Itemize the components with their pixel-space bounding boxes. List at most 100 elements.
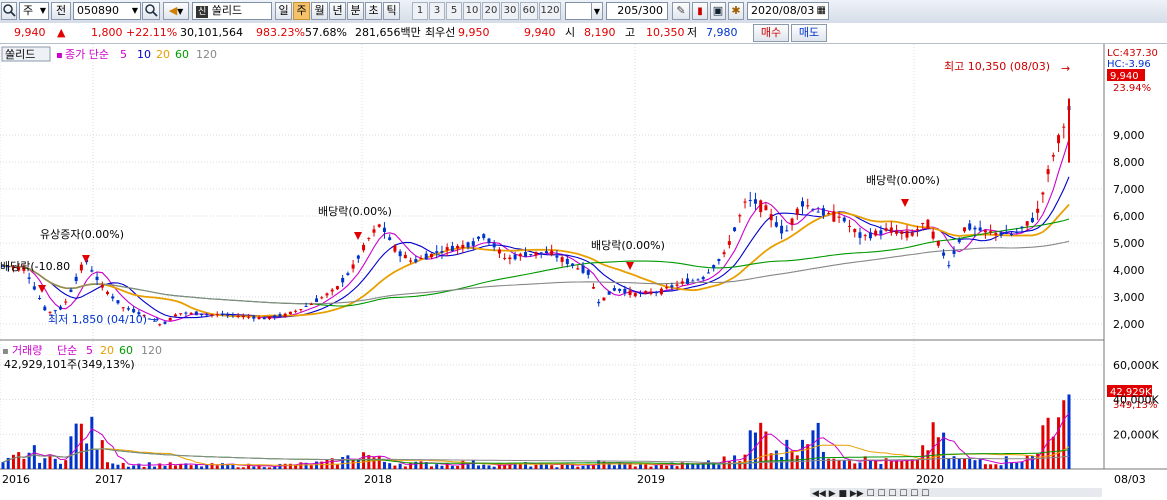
- candle-body: [811, 209, 815, 211]
- market-select[interactable]: 주 ▼: [19, 2, 49, 20]
- candle-body: [497, 249, 501, 254]
- chart-type-button[interactable]: ▮: [692, 2, 708, 20]
- interval-tab-7[interactable]: 120: [539, 2, 561, 20]
- volume-bar: [90, 416, 94, 469]
- period-tab-6[interactable]: 틱: [383, 2, 400, 20]
- period-tab-3[interactable]: 년: [329, 2, 346, 20]
- period-tab-5[interactable]: 초: [365, 2, 382, 20]
- volume-bar: [555, 467, 559, 469]
- volume-bar: [226, 464, 230, 469]
- candle-body: [597, 301, 601, 304]
- volume-bar: [706, 460, 710, 469]
- candle-body: [513, 254, 517, 260]
- candle-body: [79, 264, 83, 271]
- candle-body: [769, 214, 773, 221]
- interval-tab-0[interactable]: 1: [412, 2, 428, 20]
- candle-body: [989, 231, 993, 233]
- volume-bar: [727, 461, 731, 469]
- candle-body: [602, 297, 606, 301]
- candle-body: [1020, 226, 1024, 228]
- volume-bar: [210, 463, 214, 469]
- period-tab-2[interactable]: 월: [311, 2, 328, 20]
- price-tick-label: 4,000: [1113, 264, 1145, 277]
- candle-body: [95, 276, 99, 281]
- volume-bar: [142, 466, 146, 469]
- stock-chart[interactable]: 쏠리드 ▪ 종가 단순 5 10 20 60 120 LC:437.30 HC:…: [0, 44, 1167, 499]
- volume-bar: [335, 464, 339, 469]
- volume-bar: [503, 465, 507, 469]
- interval-tab-6[interactable]: 60: [520, 2, 538, 20]
- settings-button[interactable]: ✱: [728, 2, 744, 20]
- candle-body: [727, 241, 731, 245]
- volume-bar: [419, 461, 423, 469]
- volume-bar: [367, 455, 371, 469]
- candle-body: [335, 286, 339, 290]
- period-tab-4[interactable]: 분: [347, 2, 364, 20]
- volume-bar: [241, 467, 245, 469]
- buy-button[interactable]: 매수: [753, 24, 789, 42]
- volume-bar: [440, 465, 444, 469]
- candle-body: [884, 228, 888, 231]
- volume-bar: [999, 465, 1003, 469]
- candle-body: [801, 201, 804, 207]
- candle-body: [895, 230, 899, 234]
- candle-body: [565, 258, 569, 265]
- candle-body: [644, 291, 648, 294]
- candle-body: [205, 314, 209, 316]
- high-annotation: 최고 10,350 (08/03): [944, 60, 1050, 73]
- candle-body: [64, 301, 68, 303]
- volume-bar: [58, 463, 62, 469]
- prev-button[interactable]: 전: [51, 2, 71, 20]
- period-tab-1[interactable]: 주: [293, 2, 310, 20]
- save-button[interactable]: ▣: [710, 2, 726, 20]
- low-label: 저: [687, 26, 698, 39]
- current-pct-axis: 23.94%: [1113, 83, 1151, 94]
- interval-tab-2[interactable]: 5: [446, 2, 462, 20]
- count-field[interactable]: 205/300: [606, 2, 668, 20]
- stock-name-field[interactable]: 신 쏠리드: [192, 2, 272, 20]
- volume-bar: [576, 466, 580, 469]
- interval-tab-3[interactable]: 10: [463, 2, 481, 20]
- sell-button[interactable]: 매도: [791, 24, 827, 42]
- speaker-button[interactable]: ◀▼: [163, 2, 189, 20]
- candle-body: [748, 199, 752, 201]
- volume-bar: [1025, 455, 1029, 469]
- candle-body: [477, 236, 481, 239]
- volume-bar: [874, 460, 878, 469]
- candle-body: [132, 309, 136, 313]
- stock-search-icon[interactable]: [1, 2, 17, 20]
- interval-dropdown[interactable]: ▼: [591, 2, 603, 20]
- candle-body: [471, 241, 475, 246]
- candle-body: [696, 279, 700, 281]
- gear-icon: ✱: [731, 4, 741, 17]
- candle-body: [706, 272, 710, 274]
- stock-code-input[interactable]: 050890 ▼: [73, 2, 141, 20]
- volume-bar: [534, 464, 538, 469]
- volume-bar: [477, 465, 481, 469]
- candle-body: [341, 277, 345, 283]
- interval-tab-5[interactable]: 30: [501, 2, 519, 20]
- date-input[interactable]: 2020/08/03 ▦: [747, 2, 829, 20]
- interval-tab-1[interactable]: 3: [429, 2, 445, 20]
- period-tab-0[interactable]: 일: [275, 2, 292, 20]
- candle-body: [393, 245, 397, 252]
- tool-button[interactable]: ✎: [672, 2, 690, 20]
- x-axis-label: 2018: [364, 473, 392, 486]
- volume-bar: [947, 458, 951, 469]
- candle-body: [487, 238, 491, 243]
- candle-body: [456, 245, 460, 249]
- interval-tab-4[interactable]: 20: [482, 2, 500, 20]
- candle-body: [628, 290, 632, 296]
- volume-bar: [132, 465, 136, 469]
- volume-bar: [126, 466, 130, 469]
- volume-bar: [868, 460, 872, 469]
- volume-bar: [398, 463, 402, 469]
- volume-bar: [262, 467, 266, 469]
- best-ask: 9,950: [458, 26, 490, 39]
- volume-bar: [905, 460, 909, 469]
- low-annotation: 최저 1,850 (04/10): [48, 313, 147, 326]
- code-search-button[interactable]: [142, 2, 160, 20]
- legend-dot-icon: ▪: [56, 50, 63, 61]
- scroll-controls-icon[interactable]: ◀◀ ▶ ■ ▶▶ ☐ ☐ ☐ ☐ ☐ ☐: [812, 489, 929, 499]
- volume-bar: [351, 460, 355, 469]
